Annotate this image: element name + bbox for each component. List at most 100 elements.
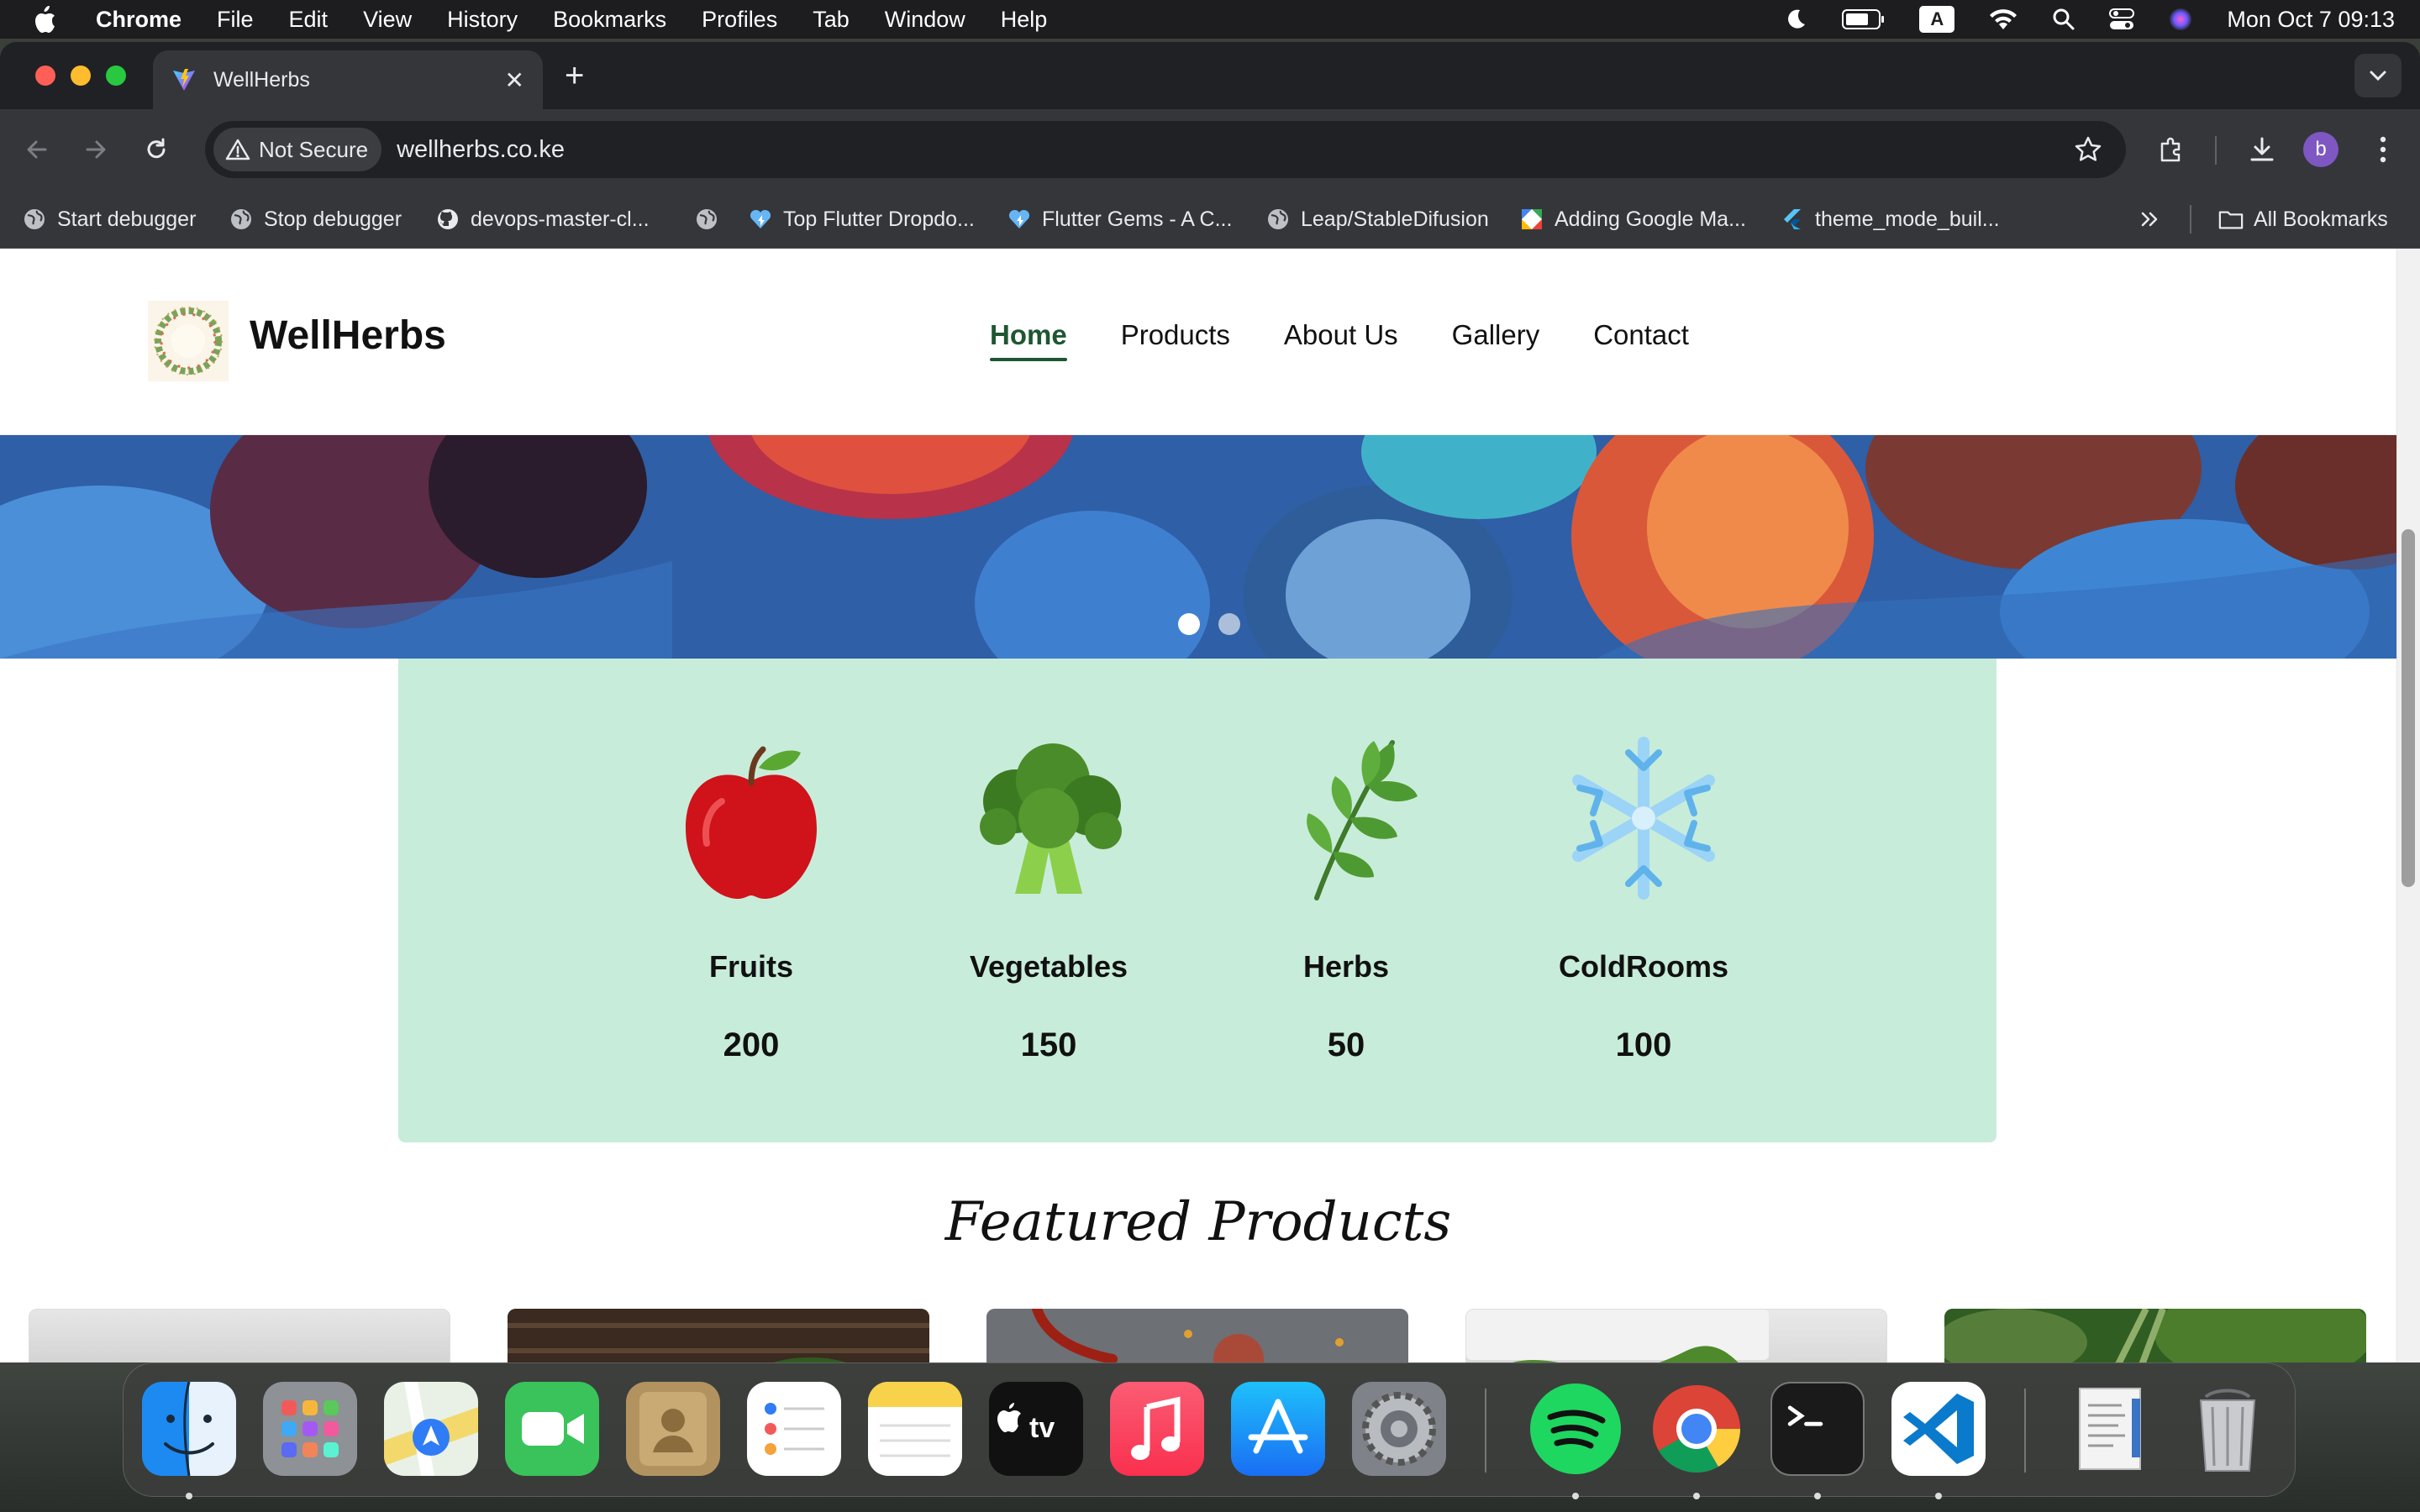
- herb-icon: [1220, 734, 1472, 902]
- menu-edit[interactable]: Edit: [289, 7, 329, 33]
- hero-carousel[interactable]: [0, 435, 2396, 659]
- menu-bookmarks[interactable]: Bookmarks: [553, 7, 666, 33]
- apple-menu-icon[interactable]: [32, 5, 66, 34]
- double-chevron-right-icon: [2141, 212, 2158, 227]
- bookmark-theme-mode-builder[interactable]: theme_mode_buil...: [1780, 190, 2000, 249]
- browser-toolbar: Not Secure wellherbs.co.ke b: [0, 109, 2420, 190]
- dock-launchpad[interactable]: [263, 1382, 357, 1476]
- brand-name[interactable]: WellHerbs: [250, 312, 446, 359]
- siri-icon[interactable]: [2168, 7, 2193, 32]
- product-card-2[interactable]: [508, 1309, 929, 1362]
- dock-google-chrome[interactable]: [1649, 1382, 1744, 1476]
- toolbar-divider: [2215, 136, 2217, 165]
- stat-coldrooms: ColdRooms 100: [1518, 734, 1770, 1064]
- snowflake-icon: [1518, 734, 1770, 902]
- dock-separator: [1485, 1389, 1486, 1473]
- nav-products[interactable]: Products: [1121, 319, 1230, 351]
- chrome-menu-button[interactable]: [2365, 131, 2402, 168]
- menu-window[interactable]: Window: [885, 7, 965, 33]
- nav-gallery[interactable]: Gallery: [1452, 319, 1540, 351]
- focus-moon-icon[interactable]: [1783, 7, 1808, 32]
- dock-apple-tv[interactable]: tv: [989, 1382, 1083, 1476]
- document-icon: [2079, 1388, 2141, 1470]
- featured-products-heading: Featured Products: [944, 1191, 1452, 1253]
- spotlight-search-icon[interactable]: [2052, 8, 2075, 31]
- dock-maps[interactable]: [384, 1382, 478, 1476]
- dock-finder[interactable]: [142, 1382, 236, 1476]
- menu-view[interactable]: View: [363, 7, 412, 33]
- input-source-indicator[interactable]: A: [1919, 6, 1955, 33]
- dock-facetime[interactable]: [505, 1382, 599, 1476]
- svg-text:tv: tv: [1029, 1412, 1055, 1444]
- dock-trash[interactable]: [2181, 1382, 2275, 1476]
- bookmark-globe-only[interactable]: [694, 190, 729, 249]
- dock-system-settings[interactable]: [1352, 1382, 1446, 1476]
- bookmark-leap-stable-diffusion[interactable]: Leap/StableDifusion: [1265, 190, 1489, 249]
- reload-button[interactable]: [138, 131, 175, 168]
- bookmark-adding-google-maps[interactable]: Adding Google Ma...: [1519, 190, 1746, 249]
- carousel-dots: [1178, 613, 1240, 635]
- nav-about-us[interactable]: About Us: [1284, 319, 1398, 351]
- url-text[interactable]: wellherbs.co.ke: [397, 136, 2074, 164]
- page-scrollbar[interactable]: [2396, 249, 2420, 1362]
- zoom-window-button[interactable]: [106, 66, 126, 86]
- stat-vegetables: Vegetables 150: [923, 734, 1175, 1064]
- menu-history[interactable]: History: [447, 7, 518, 33]
- dock-contacts[interactable]: [626, 1382, 720, 1476]
- dock-terminal[interactable]: [1770, 1382, 1865, 1476]
- control-center-icon[interactable]: [2109, 8, 2135, 31]
- back-arrow-icon: [27, 140, 47, 159]
- wellherbs-logo[interactable]: [148, 301, 229, 381]
- tab-wellherbs[interactable]: WellHerbs ✕: [153, 50, 543, 109]
- nav-home[interactable]: Home: [990, 319, 1067, 361]
- terminal-prompt-icon: [1787, 1405, 1823, 1426]
- product-card-3[interactable]: [986, 1309, 1408, 1362]
- product-card-1[interactable]: [29, 1309, 450, 1362]
- dock-reminders[interactable]: [747, 1382, 841, 1476]
- nav-contact[interactable]: Contact: [1593, 319, 1689, 351]
- bookmark-flutter-gems[interactable]: Flutter Gems - A C...: [1007, 190, 1232, 249]
- tab-search-button[interactable]: [2354, 54, 2402, 97]
- dock-spotify[interactable]: [1528, 1382, 1623, 1476]
- menu-file[interactable]: File: [217, 7, 254, 33]
- bookmark-star-icon[interactable]: [2074, 135, 2102, 164]
- stat-label: Fruits: [708, 949, 793, 984]
- dock-vscode[interactable]: [1891, 1382, 1986, 1476]
- forward-button[interactable]: [77, 131, 114, 168]
- bookmarks-overflow-button[interactable]: [2139, 190, 2160, 249]
- dock-music[interactable]: [1110, 1382, 1204, 1476]
- menu-help[interactable]: Help: [1001, 7, 1048, 33]
- dock-app-store[interactable]: [1231, 1382, 1325, 1476]
- minimize-window-button[interactable]: [71, 66, 91, 86]
- back-button[interactable]: [18, 131, 55, 168]
- bookmark-top-flutter-dropdown[interactable]: Top Flutter Dropdo...: [748, 190, 975, 249]
- profile-button[interactable]: b: [2302, 131, 2339, 168]
- running-indicator: [1935, 1493, 1942, 1499]
- new-tab-button[interactable]: +: [565, 59, 584, 92]
- address-bar[interactable]: Not Secure wellherbs.co.ke: [205, 121, 2126, 178]
- downloads-button[interactable]: [2244, 131, 2281, 168]
- all-bookmarks-button[interactable]: All Bookmarks: [2218, 190, 2388, 249]
- wifi-icon[interactable]: [1988, 8, 2018, 31]
- dock-document[interactable]: [2065, 1382, 2159, 1476]
- menu-profiles[interactable]: Profiles: [702, 7, 777, 33]
- menu-tab[interactable]: Tab: [813, 7, 850, 33]
- carousel-dot-1[interactable]: [1178, 613, 1200, 635]
- extensions-button[interactable]: [2153, 131, 2190, 168]
- menu-bar-clock[interactable]: Mon Oct 7 09:13: [2227, 7, 2395, 33]
- bookmark-start-debugger[interactable]: Start debugger: [22, 190, 196, 249]
- product-card-4[interactable]: [1465, 1309, 1887, 1362]
- bookmark-stop-debugger[interactable]: Stop debugger: [229, 190, 402, 249]
- battery-icon[interactable]: [1842, 8, 1886, 30]
- product-card-5[interactable]: [1944, 1309, 2366, 1362]
- bookmark-devops-master[interactable]: devops-master-cl...: [435, 190, 650, 249]
- tab-close-icon[interactable]: ✕: [505, 66, 524, 94]
- bookmarks-divider: [2190, 205, 2191, 234]
- scrollbar-thumb[interactable]: [2402, 529, 2415, 887]
- dock-notes[interactable]: [868, 1382, 962, 1476]
- menu-app-name[interactable]: Chrome: [96, 7, 182, 33]
- security-indicator[interactable]: Not Secure: [213, 128, 382, 171]
- close-window-button[interactable]: [35, 66, 55, 86]
- carousel-dot-2[interactable]: [1218, 613, 1240, 635]
- main-navigation: Home Products About Us Gallery Contact: [990, 319, 1689, 361]
